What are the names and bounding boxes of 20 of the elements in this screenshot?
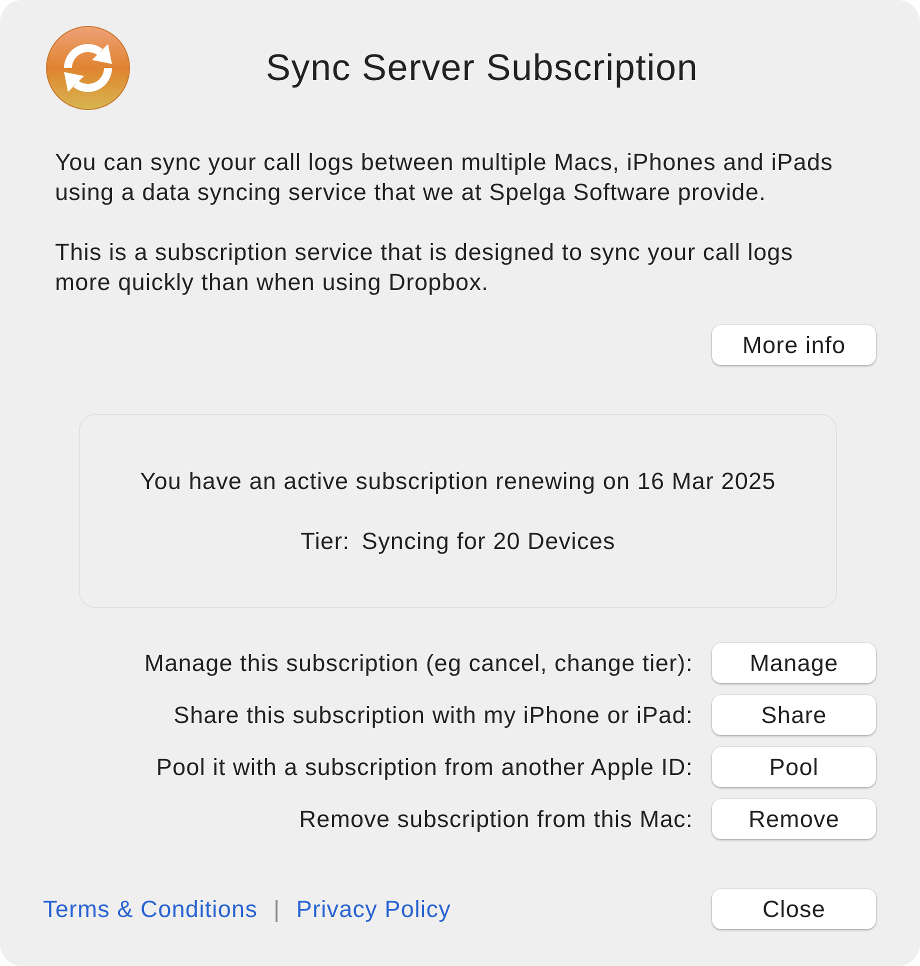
action-label: Share this subscription with my iPhone or iPad: (174, 702, 693, 728)
action-button[interactable]: Pool (712, 747, 876, 787)
footer-link[interactable]: Terms & Conditions (43, 896, 258, 922)
action-button[interactable]: Manage (712, 643, 876, 683)
link-separator: | (274, 896, 280, 922)
action-label: Remove subscription from this Mac: (299, 806, 693, 832)
description-text: You can sync your call logs between multiple Macs, iPhones and iPads using a data syncing service that we at Spelga Software provide. (55, 148, 834, 207)
action-button[interactable]: Share (712, 695, 876, 735)
action-label: Manage this subscription (eg cancel, change tier): (144, 650, 693, 676)
tier-label: Tier: (300, 527, 350, 555)
close-button[interactable]: Close (712, 889, 876, 929)
description-text: This is a subscription service that is designed to sync your call logs more quickly than when using Dropbox. (55, 238, 794, 297)
footer-link[interactable]: Privacy Policy (296, 896, 451, 922)
sync-icon (46, 26, 130, 110)
tier-value: Syncing for 20 Devices (362, 527, 616, 555)
action-label: Pool it with a subscription from another Apple ID: (156, 754, 693, 780)
action-button[interactable]: Remove (712, 799, 876, 839)
dialog-title: Sync Server Subscription (266, 47, 698, 88)
more-info-button[interactable]: More info (712, 325, 876, 365)
subscription-status-text: You have an active subscription renewing on 16 Mar 2025 (140, 467, 776, 495)
